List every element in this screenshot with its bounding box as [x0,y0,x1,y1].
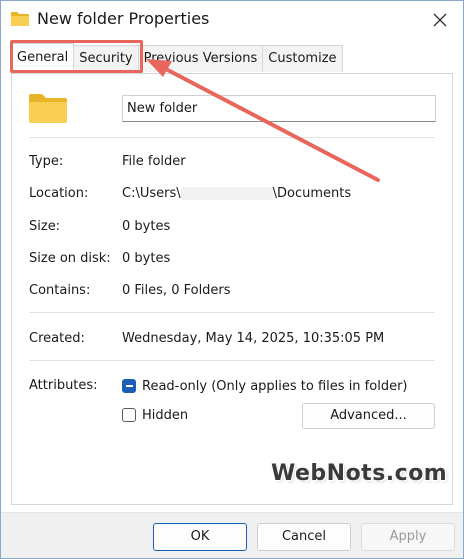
apply-button[interactable]: Apply [361,523,455,551]
tab-previous-versions[interactable]: Previous Versions [137,45,264,72]
folder-name-input[interactable] [122,95,436,122]
readonly-checkbox-row[interactable]: Read-only (Only applies to files in fold… [122,377,407,395]
readonly-checkbox[interactable] [122,379,136,393]
type-label: Type: [29,154,64,169]
tab-customize[interactable]: Customize [262,45,343,72]
close-icon [433,13,447,27]
type-value: File folder [122,154,186,169]
divider [29,360,435,361]
redacted-username [180,187,273,200]
title-bar: New folder Properties [1,1,463,39]
size-on-disk-label: Size on disk: [29,251,111,266]
hidden-checkbox[interactable] [122,408,136,422]
readonly-label: Read-only (Only applies to files in fold… [142,378,408,394]
size-value: 0 bytes [122,219,171,234]
created-label: Created: [29,331,85,346]
watermark: WebNots.com [271,461,448,486]
location-prefix: C:\Users\ [122,186,181,201]
contains-label: Contains: [29,283,91,298]
contains-value: 0 Files, 0 Folders [122,283,231,298]
folder-icon [29,94,67,123]
hidden-checkbox-row[interactable]: Hidden [122,406,188,424]
close-button[interactable] [427,7,453,33]
divider [29,137,435,138]
divider [29,312,435,313]
cancel-button[interactable]: Cancel [257,523,351,551]
created-value: Wednesday, May 14, 2025, 10:35:05 PM [122,331,385,346]
location-suffix: \Documents [272,186,352,201]
advanced-button[interactable]: Advanced... [302,403,435,429]
tab-strip: General Security Previous Versions Custo… [11,43,343,72]
hidden-label: Hidden [142,407,189,423]
location-label: Location: [29,186,89,201]
size-label: Size: [29,219,61,234]
properties-dialog: New folder Properties General Security P… [0,0,464,559]
ok-button[interactable]: OK [153,523,247,551]
location-value: C:\Users\ \Documents [122,186,351,201]
indeterminate-mark-icon [125,385,133,387]
folder-icon [11,12,29,26]
attributes-label: Attributes: [29,378,98,393]
tab-security[interactable]: Security [73,45,139,72]
window-title: New folder Properties [37,9,210,28]
dialog-footer: OK Cancel Apply [1,512,463,558]
size-on-disk-value: 0 bytes [122,251,171,266]
tab-general[interactable]: General [11,43,75,72]
